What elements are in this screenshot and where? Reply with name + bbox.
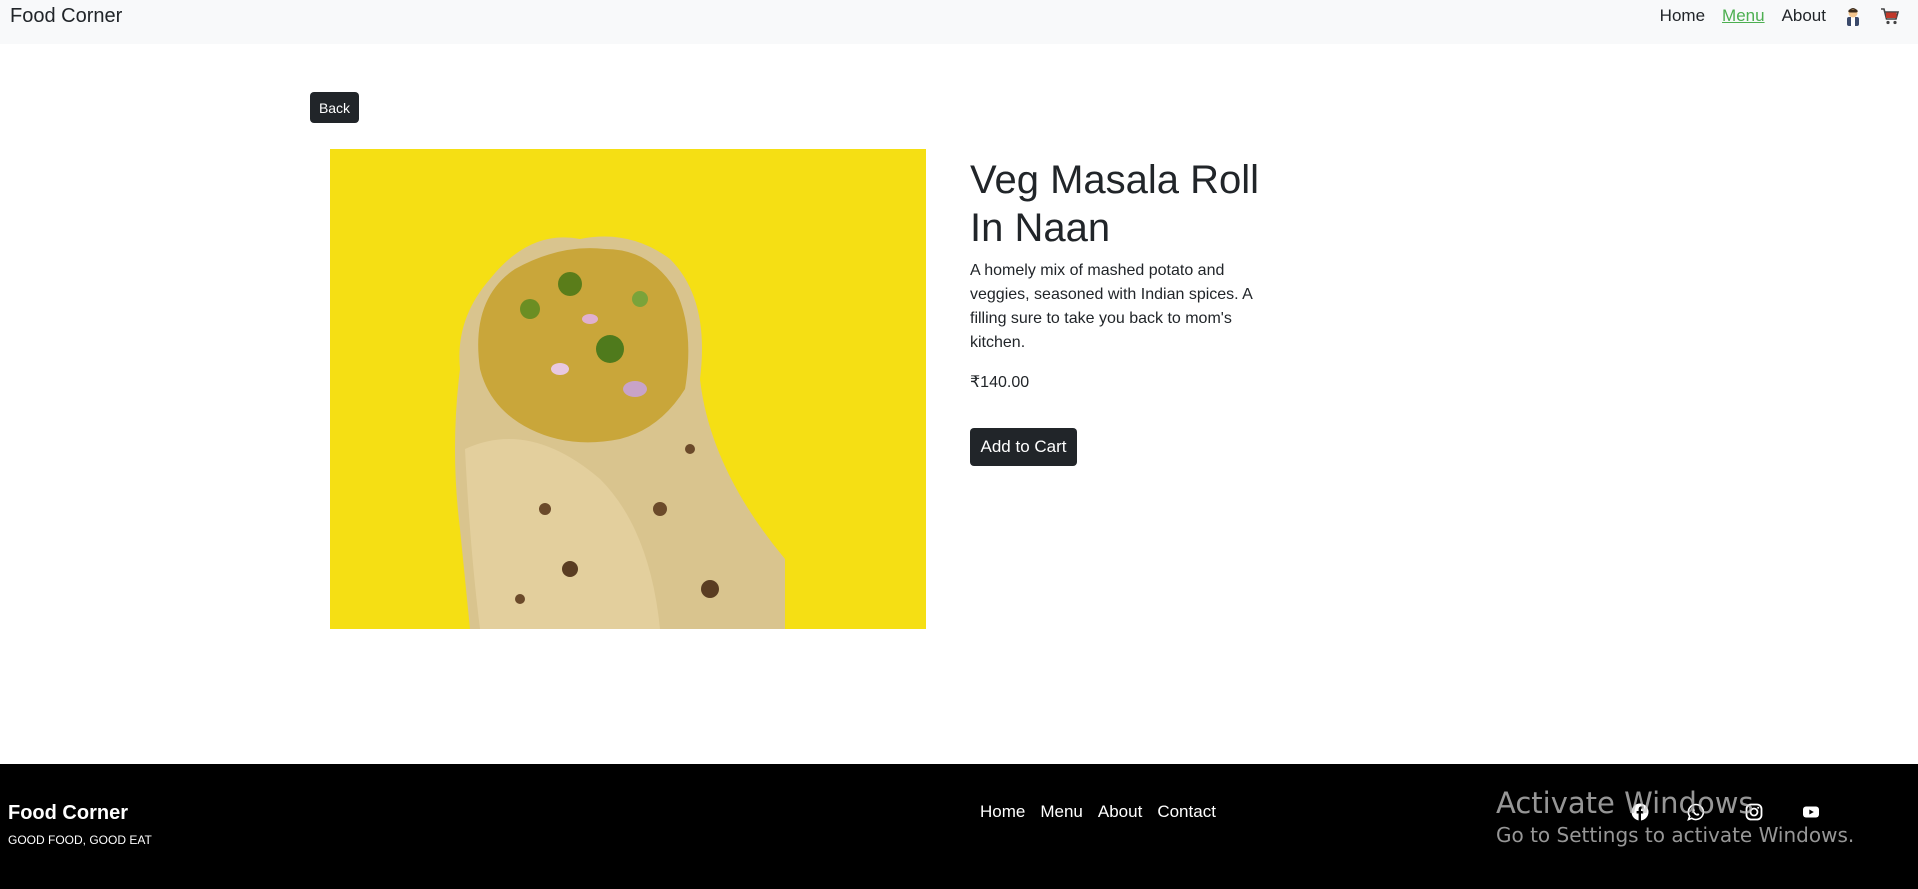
product-description: A homely mix of mashed potato and veggie… [970, 262, 1252, 351]
footer-home-link[interactable]: Home [980, 802, 1025, 822]
brand-link[interactable]: Food Corner [10, 5, 122, 27]
add-to-cart-button[interactable]: Add to Cart [970, 428, 1077, 466]
footer-contact-link[interactable]: Contact [1157, 802, 1216, 822]
footer-about-link[interactable]: About [1098, 802, 1142, 822]
youtube-icon[interactable] [1801, 802, 1821, 822]
back-button[interactable]: Back [310, 92, 359, 123]
footer-brand: Food Corner [8, 802, 128, 824]
navbar: Food Corner Home Menu About [0, 0, 1918, 44]
cart-icon[interactable] [1880, 6, 1900, 26]
instagram-icon[interactable] [1744, 802, 1764, 822]
user-icon[interactable] [1843, 6, 1863, 26]
facebook-icon[interactable] [1630, 802, 1650, 822]
footer-tagline: GOOD FOOD, GOOD EAT [8, 833, 152, 847]
product-price: ₹140.00 [970, 374, 1030, 391]
nav-home-link[interactable]: Home [1660, 6, 1705, 26]
nav-links: Home Menu About [1660, 6, 1900, 26]
footer-links: Home Menu About Contact [980, 802, 1216, 822]
footer: Food Corner GOOD FOOD, GOOD EAT Home Men… [0, 764, 1918, 889]
nav-menu-link[interactable]: Menu [1722, 6, 1765, 26]
whatsapp-icon[interactable] [1686, 802, 1706, 822]
footer-menu-link[interactable]: Menu [1040, 802, 1083, 822]
product-title: Veg Masala Roll In Naan [970, 158, 1260, 250]
nav-about-link[interactable]: About [1782, 6, 1826, 26]
product-image [330, 149, 926, 629]
